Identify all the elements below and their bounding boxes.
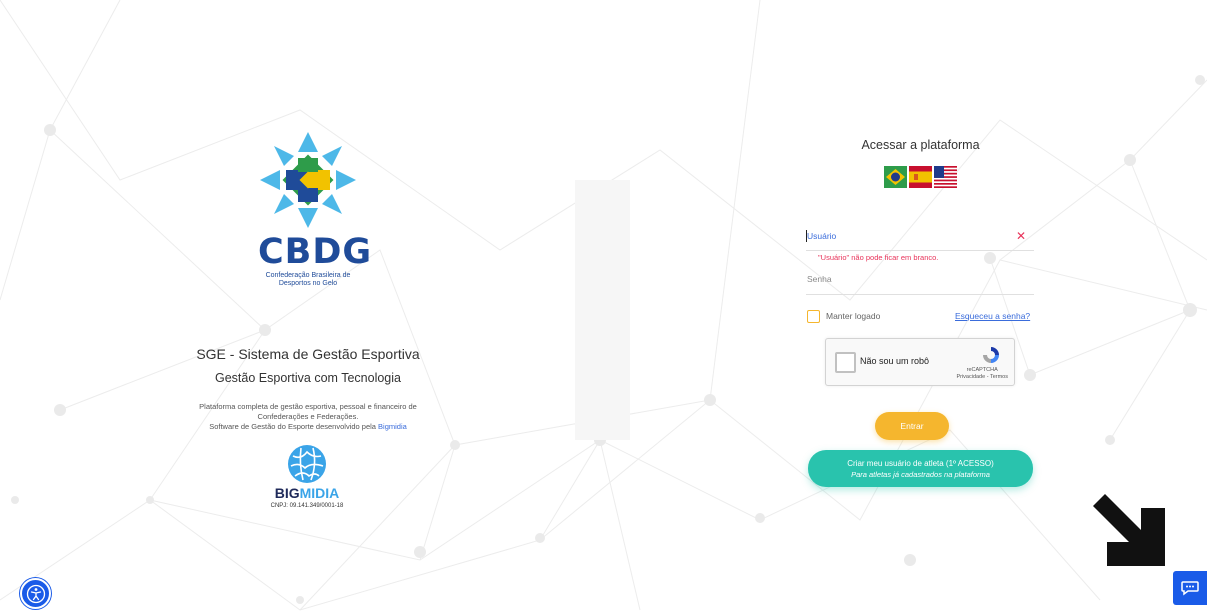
- username-field[interactable]: Usuário ✕: [806, 228, 1034, 251]
- cbdg-logo-icon: [260, 132, 356, 228]
- bigmidia-word-part1: BIG: [274, 485, 300, 501]
- login-submit-button[interactable]: Entrar: [875, 412, 949, 440]
- athlete-button-label: Criar meu usuário de atleta (1º ACESSO): [847, 459, 994, 468]
- chat-button[interactable]: [1173, 571, 1207, 605]
- bigmidia-word-part2: MIDIA: [299, 485, 340, 501]
- spain-flag-icon[interactable]: [909, 166, 932, 188]
- brazil-flag-icon[interactable]: [884, 166, 907, 188]
- password-field[interactable]: Senha: [806, 272, 1034, 295]
- arrow-down-right-icon: [1093, 494, 1165, 566]
- bigmidia-wordmark: BIGMIDIA: [255, 485, 359, 501]
- remember-me-label[interactable]: Manter logado: [826, 311, 880, 321]
- page-subtitle: Gestão Esportiva com Tecnologia: [215, 371, 401, 385]
- desc-line1: Plataforma completa de gestão esportiva,…: [199, 402, 417, 411]
- create-athlete-user-button[interactable]: Criar meu usuário de atleta (1º ACESSO) …: [808, 450, 1033, 487]
- chat-bubble-icon: [1181, 581, 1199, 596]
- forgot-password-link[interactable]: Esqueceu a senha?: [955, 311, 1030, 321]
- bigmidia-link[interactable]: Bigmidia: [378, 422, 407, 431]
- recaptcha-checkbox[interactable]: [835, 352, 856, 373]
- recaptcha-links[interactable]: Privacidade - Termos: [956, 374, 1008, 380]
- desc-line3: Software de Gestão do Esporte desenvolvi…: [209, 422, 379, 431]
- remember-me-checkbox[interactable]: [807, 310, 820, 323]
- recaptcha-widget: Não sou um robô reCAPTCHA Privacidade - …: [825, 338, 1015, 386]
- usa-flag-icon[interactable]: [934, 166, 957, 188]
- login-title: Acessar a plataforma: [861, 138, 980, 152]
- recaptcha-icon: [983, 347, 999, 363]
- username-error-message: "Usuário" não pode ficar em branco.: [818, 253, 939, 262]
- recaptcha-brand-name: reCAPTCHA: [966, 367, 998, 373]
- athlete-button-sublabel: Para atletas já cadastrados na plataform…: [851, 470, 990, 479]
- recaptcha-brand: reCAPTCHA Privacidade - Termos: [956, 367, 1008, 381]
- username-placeholder: Usuário: [807, 231, 837, 241]
- bigmidia-globe-icon: [288, 445, 326, 483]
- page-title: SGE - Sistema de Gestão Esportiva: [196, 346, 420, 362]
- accessibility-icon: [26, 584, 45, 603]
- cbdg-full-name: Confederação Brasileira de Desportos no …: [248, 272, 368, 288]
- platform-description: Plataforma completa de gestão esportiva,…: [160, 402, 456, 432]
- password-placeholder: Senha: [807, 274, 832, 284]
- cbdg-name-line2: Desportos no Gelo: [278, 280, 338, 287]
- network-background: [0, 0, 1207, 611]
- language-selector: [884, 166, 957, 188]
- cbdg-wordmark: CBDG: [258, 232, 373, 272]
- bigmidia-cnpj: CNPJ: 09.141.349/0001-18: [270, 503, 344, 509]
- recaptcha-label: Não sou um robô: [860, 356, 930, 366]
- clear-icon[interactable]: ✕: [1016, 229, 1026, 243]
- desc-line2: Confederações e Federações.: [257, 412, 359, 421]
- cbdg-name-line1: Confederação Brasileira de: [265, 272, 351, 279]
- accessibility-button[interactable]: [20, 578, 51, 609]
